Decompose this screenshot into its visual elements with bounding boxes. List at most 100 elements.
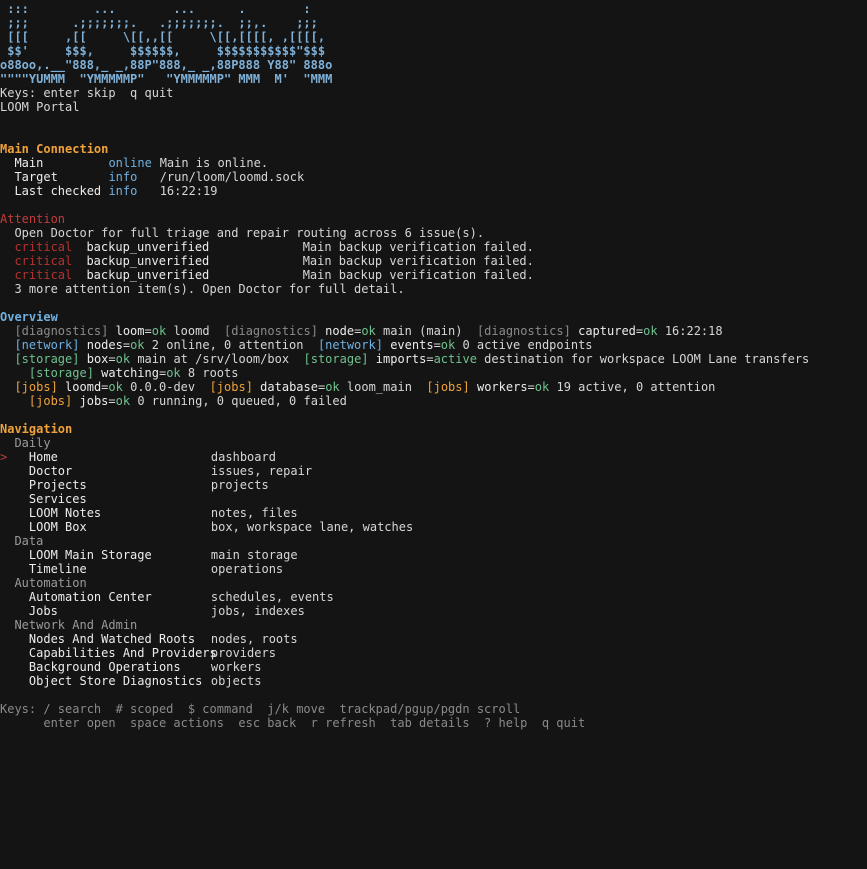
nav-item-label: Projects [28,478,87,492]
connection-key: Last checked [14,184,102,198]
nav-group: Network And Admin [0,618,867,632]
nav-item-timeline[interactable]: Timeline operations [0,562,867,576]
nav-item-desc: providers [210,646,276,660]
nav-item-label: Object Store Diagnostics [28,674,203,688]
nav-item-doctor[interactable]: Doctor issues, repair [0,464,867,478]
overview-tag: [jobs] [28,394,73,408]
overview-detail: 2 online, 0 attention [151,338,304,352]
portal-title: LOOM Portal [0,100,80,114]
overview-detail: loom_main [346,380,412,394]
overview-state: ok [166,366,181,380]
nav-item-label: Capabilities And Providers [28,646,217,660]
overview-key: database [260,380,318,394]
overview-state: ok [108,380,123,394]
selection-cursor: > [0,450,8,464]
overview-line: [diagnostics] loom=ok loomd [diagnostics… [14,324,723,338]
nav-item-label: Background Operations [28,660,181,674]
overview-tag: [network] [14,338,80,352]
connection-key: Target [14,170,58,184]
overview-key: imports [375,352,427,366]
nav-item-desc: jobs, indexes [210,604,305,618]
nav-item-desc: projects [210,478,269,492]
overview-detail: 0.0.0-dev [130,380,196,394]
nav-item-label: Nodes And Watched Roots [28,632,196,646]
overview-state: ok [130,338,145,352]
issue-message: Main backup verification failed. [302,268,534,282]
overview-tag: [diagnostics] [224,324,318,338]
logo-line: o88oo,.__"888,_ _,88P"888,_ _,88P888 Y88… [0,58,333,72]
connection-value: Main is online. [159,156,269,170]
top-keys-hint: Keys: enter skip q quit [0,86,174,100]
overview-detail: 0 active endpoints [462,338,593,352]
overview-detail: 0 running, 0 queued, 0 failed [137,394,347,408]
overview-key: jobs [79,394,109,408]
nav-item-services[interactable]: Services [0,492,867,506]
overview-key: loomd [65,380,102,394]
overview-key: watching [101,366,159,380]
overview-tag: [storage] [303,352,369,366]
nav-item-label: Home [28,450,58,464]
attention-item[interactable]: critical backup_unverified Main backup ve… [0,240,867,254]
nav-item-home[interactable]: > Home dashboard [0,450,867,464]
nav-item-loom-main-storage[interactable]: LOOM Main Storage main storage [0,548,867,562]
overview-key: loom [115,324,145,338]
overview-state: ok [115,394,131,408]
nav-item-desc: nodes, roots [210,632,298,646]
overview-line: [storage] watching=ok 8 roots [28,366,239,380]
issue-code: backup_unverified [86,240,210,254]
attention-item[interactable]: critical backup_unverified Main backup ve… [0,254,867,268]
nav-item-desc: main storage [210,548,298,562]
nav-group-label: Automation [14,576,87,590]
overview-detail: destination for workspace LOOM Lane tran… [484,352,810,366]
nav-item-label: LOOM Main Storage [28,548,152,562]
attention-intro-text: Open Doctor for full triage and repair r… [14,226,485,240]
nav-item-automation-center[interactable]: Automation Center schedules, events [0,590,867,604]
overview-line: [jobs] jobs=ok 0 running, 0 queued, 0 fa… [28,394,347,408]
overview-line: [jobs] loomd=ok 0.0.0-dev [jobs] databas… [14,380,716,394]
overview-detail: main at /srv/loom/box [137,352,290,366]
nav-item-background-operations[interactable]: Background Operations workers [0,660,867,674]
overview-key: node [325,324,355,338]
connection-row: Last checked info 16:22:19 [0,184,867,198]
overview-key: events [390,338,434,352]
nav-group-label: Network And Admin [14,618,138,632]
connection-row: Target info /run/loom/loomd.sock [0,170,867,184]
nav-group: Automation [0,576,867,590]
overview-tag: [jobs] [209,380,253,394]
overview-tag: [network] [317,338,383,352]
ascii-logo: ::: ... ... . : ;;; .;;;;;;;. .;;;;;;;. … [0,2,867,86]
logo-line: """"YUMMM "YMMMMMP" "YMMMMMP" MMM M' "MM… [0,72,333,86]
nav-item-label: Timeline [28,562,87,576]
nav-item-label: Doctor [28,464,73,478]
connection-value: 16:22:19 [159,184,218,198]
connection-status: info [108,170,138,184]
nav-item-jobs[interactable]: Jobs jobs, indexes [0,604,867,618]
nav-item-desc: issues, repair [210,464,313,478]
footer-keys-line: enter open space actions esc back r refr… [0,716,586,730]
main-connection-heading: Main Connection [0,142,109,156]
overview-detail: loomd [173,324,210,338]
nav-item-desc: schedules, events [210,590,334,604]
nav-item-label: Services [28,492,87,506]
logo-line: $$' $$$, $$$$$$, $$$$$$$$$$$"$$$ [0,44,326,58]
nav-item-object-store-diagnostics[interactable]: Object Store Diagnostics objects [0,674,867,688]
nav-item-capabilities-and-providers[interactable]: Capabilities And Providersproviders [0,646,867,660]
navigation-heading: Navigation [0,422,73,436]
nav-group: Data [0,534,867,548]
overview-line: [storage] box=ok main at /srv/loom/box [… [14,352,810,366]
overview-tag: [diagnostics] [14,324,109,338]
attention-item[interactable]: critical backup_unverified Main backup ve… [0,268,867,282]
nav-item-desc: dashboard [210,450,276,464]
nav-item-label: LOOM Box [28,520,87,534]
nav-item-loom-box[interactable]: LOOM Box box, workspace lane, watches [0,520,867,534]
nav-item-nodes-and-watched-roots[interactable]: Nodes And Watched Roots nodes, roots [0,632,867,646]
overview-state: ok [115,352,131,366]
logo-line: ;;; .;;;;;;;. .;;;;;;;. ;;,. ;;; [0,16,318,30]
overview-state: active [433,352,477,366]
overview-state: ok [534,380,550,394]
overview-tag: [storage] [14,352,80,366]
nav-item-loom-notes[interactable]: LOOM Notes notes, files [0,506,867,520]
nav-item-projects[interactable]: Projects projects [0,478,867,492]
overview-line: [network] nodes=ok 2 online, 0 attention… [14,338,593,352]
overview-state: ok [643,324,658,338]
